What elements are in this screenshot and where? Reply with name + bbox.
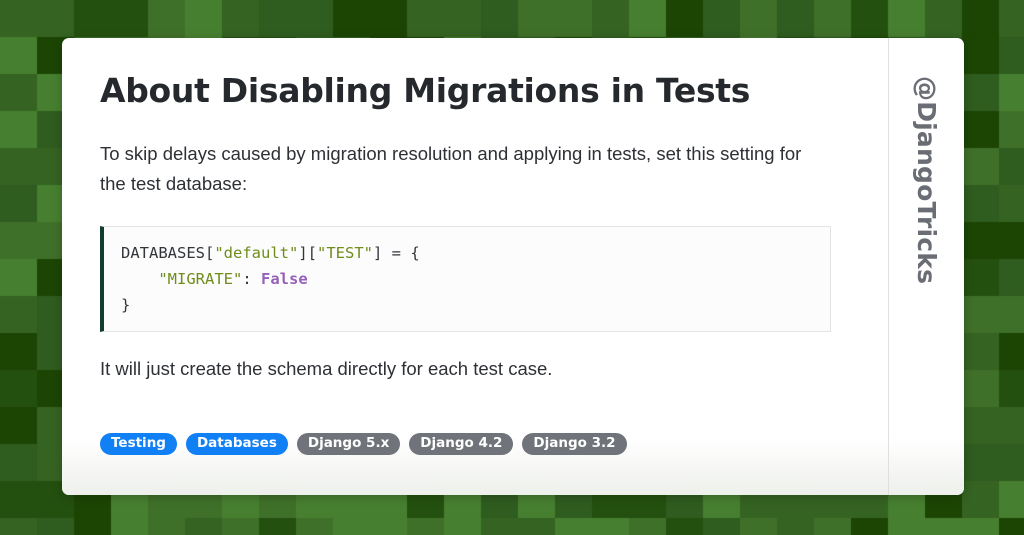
code-snippet: DATABASES["default"]["TEST"] = { "MIGRAT…: [100, 225, 831, 332]
card-side-column: @DjangoTricks: [888, 38, 964, 495]
watermark-label: @DjangoTricks: [912, 76, 941, 285]
page-title: About Disabling Migrations in Tests: [100, 71, 751, 110]
code-token-str: "MIGRATE": [158, 269, 243, 288]
code-token-str: "TEST": [317, 243, 373, 262]
code-token-punc: [121, 270, 158, 288]
watermark: @DjangoTricks: [889, 76, 965, 289]
code-token-str: "default": [214, 243, 299, 262]
code-token-punc: DATABASES[: [121, 243, 215, 262]
code-token-punc: :: [242, 269, 261, 288]
tag-databases[interactable]: Databases: [185, 432, 288, 455]
code-token-punc: ][: [298, 243, 317, 262]
code-token-kw: False: [261, 269, 308, 288]
content-card: About Disabling Migrations in Tests To s…: [62, 38, 964, 495]
intro-paragraph: To skip delays caused by migration resol…: [100, 142, 802, 194]
tag-list: Testing Databases Django 5.x Django 4.2 Djan…: [100, 432, 888, 455]
code-token-punc: }: [121, 295, 131, 314]
tag-django-4-2[interactable]: Django 4.2: [409, 432, 514, 455]
tag-django-3-2[interactable]: Django 3.2: [522, 432, 627, 455]
outro-paragraph: It will just create the schema directly …: [100, 357, 553, 379]
tag-testing[interactable]: Testing: [100, 432, 177, 455]
tag-django-5-x[interactable]: Django 5.x: [296, 432, 401, 455]
code-token-punc: ] = {: [373, 243, 420, 262]
card-main-column: About Disabling Migrations in Tests To s…: [62, 38, 888, 495]
